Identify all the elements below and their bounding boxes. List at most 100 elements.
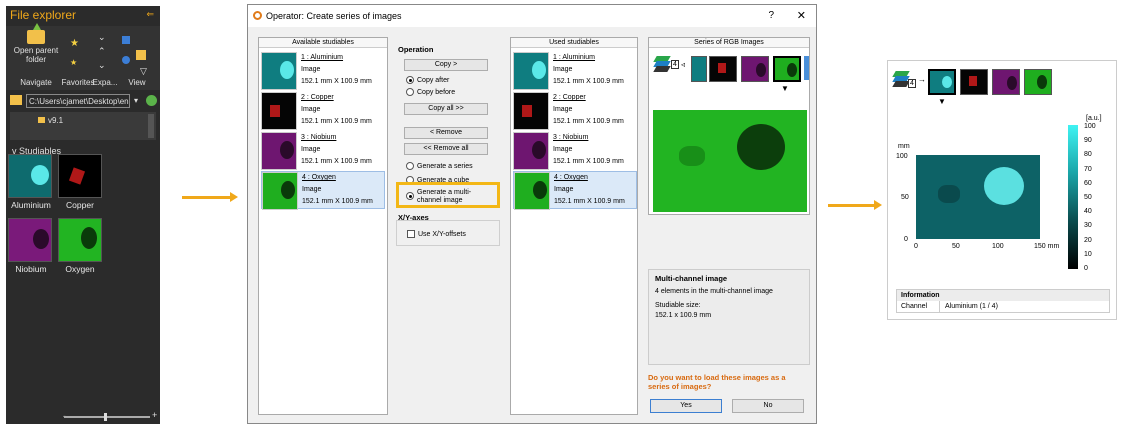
checkbox-label: Use X/Y-offsets (418, 230, 466, 238)
view-group-label: View (128, 78, 146, 87)
list-item-selected[interactable]: 4 : Oxygen Image 152.1 mm X 100.9 mm (513, 171, 637, 210)
zoom-slider[interactable] (64, 413, 150, 421)
information-head: Information (897, 290, 1109, 301)
copy-button[interactable]: Copy > (404, 59, 488, 71)
yes-button[interactable]: Yes (650, 399, 722, 413)
checkbox-box (407, 230, 415, 238)
next-arrow-icon[interactable]: → (918, 75, 926, 84)
zoom-in-button[interactable]: + (152, 410, 157, 420)
refresh-icon[interactable] (146, 95, 157, 106)
x-tick: 50 (952, 243, 960, 250)
list-item-selected[interactable]: 4 : Oxygen Image 152.1 mm X 100.9 mm (261, 171, 385, 210)
item-size: 152.1 mm X 100.9 mm (301, 78, 372, 85)
y-tick: 100 (896, 153, 908, 160)
info-head: Multi-channel image (655, 274, 728, 283)
result-dendrite (938, 185, 960, 203)
colorbar-tick: 60 (1084, 179, 1092, 187)
open-parent-folder-button[interactable]: Open parent folder (10, 23, 62, 64)
item-size: 152.1 mm X 100.9 mm (553, 118, 624, 125)
series-swatch[interactable] (992, 69, 1020, 95)
item-name[interactable]: 1 : Aluminium (301, 54, 343, 61)
offsets-checkbox[interactable]: Use X/Y-offsets (407, 230, 466, 238)
series-swatch[interactable] (709, 56, 737, 82)
used-studiables-panel: Used studiables 1 : Aluminium Image 152.… (510, 37, 638, 415)
y-unit-label: mm (898, 143, 910, 150)
item-type: Image (553, 146, 573, 153)
operator-icon (253, 11, 262, 20)
preview-dendrite (679, 146, 705, 166)
expand-up-icon[interactable]: ⌃ (98, 46, 106, 57)
list-item[interactable]: 1 : Aluminium Image 152.1 mm X 100.9 mm (513, 52, 637, 90)
radio-label: Copy after (417, 76, 450, 84)
item-name[interactable]: 1 : Aluminium (553, 54, 595, 61)
dropdown-arrow-icon[interactable]: ▾ (134, 96, 138, 105)
collapse-chevron-icon[interactable]: ⌄ (98, 32, 106, 43)
selection-marker-icon: ▼ (781, 84, 789, 93)
series-swatch[interactable] (691, 56, 707, 82)
available-head: Available studiables (259, 38, 387, 48)
no-button[interactable]: No (732, 399, 804, 413)
operation-head: Operation (398, 45, 434, 54)
open-parent-label: Open parent folder (13, 46, 59, 64)
remove-button[interactable]: < Remove (404, 127, 488, 139)
view-details-icon[interactable] (122, 36, 130, 44)
info-panel: Multi-channel image 4 elements in the mu… (648, 269, 810, 365)
remove-all-button[interactable]: << Remove all (404, 143, 488, 155)
colorbar-tick: 20 (1084, 236, 1092, 244)
close-button[interactable]: ✕ (797, 9, 806, 22)
generate-series-radio[interactable]: Generate a series (406, 162, 473, 170)
pin-icon[interactable]: ⇐ (146, 9, 154, 20)
information-table: Information Channel Aluminium (1 / 4) (896, 289, 1110, 313)
info-icon[interactable] (122, 56, 130, 64)
copy-all-button[interactable]: Copy all >> (404, 103, 488, 115)
thumbnail-blob (31, 165, 49, 185)
radio-circle (406, 76, 414, 84)
item-size: 152.1 mm X 100.9 mm (302, 198, 373, 205)
favorite-add-icon[interactable]: ★ (70, 58, 77, 67)
series-swatch[interactable] (960, 69, 988, 95)
radio-circle (406, 162, 414, 170)
tree-item[interactable]: v9.1 (38, 116, 63, 125)
prev-arrow-icon[interactable]: ◃ (681, 60, 685, 69)
series-swatch-selected[interactable] (773, 56, 801, 82)
item-name[interactable]: 3 : Niobium (301, 134, 336, 141)
file-explorer-panel: File explorer ⇐ Open parent folder Navig… (6, 6, 160, 424)
series-swatch-selected[interactable] (928, 69, 956, 95)
thumbnail-niobium[interactable] (8, 218, 52, 262)
list-item[interactable]: 2 : Copper Image 152.1 mm X 100.9 mm (261, 92, 385, 130)
series-scrollbar[interactable] (804, 56, 809, 80)
radio-circle (406, 88, 414, 96)
series-count: 4 (908, 79, 916, 88)
copy-after-radio[interactable]: Copy after (406, 76, 449, 84)
item-name[interactable]: 3 : Niobium (553, 134, 588, 141)
folder-tree: v9.1 (10, 112, 156, 140)
series-swatch[interactable] (1024, 69, 1052, 95)
layout-icon[interactable] (136, 50, 146, 60)
copy-before-radio[interactable]: Copy before (406, 88, 455, 96)
item-name[interactable]: 2 : Copper (553, 94, 586, 101)
colorbar-tick: 40 (1084, 208, 1092, 216)
help-button[interactable]: ? (768, 10, 774, 21)
tree-scrollbar[interactable] (148, 114, 154, 138)
item-name[interactable]: 4 : Oxygen (554, 174, 588, 181)
y-tick: 0 (904, 236, 908, 243)
thumbnail-oxygen[interactable] (58, 218, 102, 262)
zoom-slider-handle[interactable] (104, 413, 107, 421)
series-preview-panel: Series of RGB Images 4 ◃ ▼ (648, 37, 810, 215)
list-item[interactable]: 1 : Aluminium Image 152.1 mm X 100.9 mm (261, 52, 385, 90)
filter-icon[interactable]: ▽ (140, 66, 147, 77)
series-swatch[interactable] (741, 56, 769, 82)
item-name[interactable]: 4 : Oxygen (302, 174, 336, 181)
list-item[interactable]: 3 : Niobium Image 152.1 mm X 100.9 mm (513, 132, 637, 170)
thumbnail-copper[interactable] (58, 154, 102, 198)
radio-label: Copy before (417, 88, 456, 96)
item-name[interactable]: 2 : Copper (301, 94, 334, 101)
favorite-star-icon[interactable]: ★ (70, 38, 79, 49)
path-input[interactable]: C:\Users\cjamet\Desktop\en cc (26, 94, 130, 108)
list-item[interactable]: 2 : Copper Image 152.1 mm X 100.9 mm (513, 92, 637, 130)
expand-down-icon[interactable]: ⌄ (98, 60, 106, 71)
series-head: Series of RGB Images (649, 38, 809, 48)
list-item[interactable]: 3 : Niobium Image 152.1 mm X 100.9 mm (261, 132, 385, 170)
thumbnail-aluminium[interactable] (8, 154, 52, 198)
channel-label: Channel (901, 303, 928, 310)
